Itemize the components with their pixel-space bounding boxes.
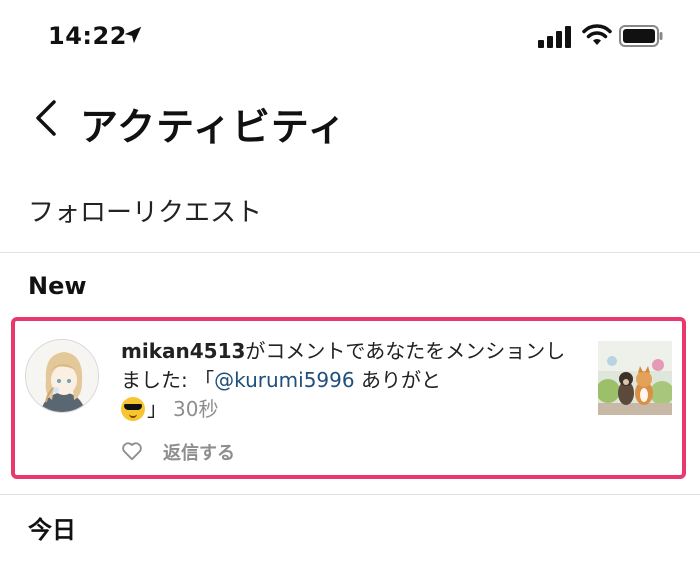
cellular-signal-icon [538, 26, 571, 48]
post-thumbnail[interactable] [598, 341, 672, 415]
notification-item[interactable]: mikan4513がコメントであなたをメンションしました: 「@kurumi59… [15, 321, 682, 475]
avatar[interactable] [25, 339, 99, 413]
mention-link[interactable]: @kurumi5996 [214, 368, 354, 392]
post-thumbnail-image [598, 341, 672, 415]
notification-username[interactable]: mikan4513 [121, 339, 245, 363]
comment-closing: 」 [147, 397, 167, 421]
follow-requests-row[interactable]: フォローリクエスト [0, 180, 700, 253]
page-title: アクティビティ [80, 105, 347, 149]
heart-outline-icon[interactable] [121, 441, 143, 461]
comment-text: ありがと [354, 368, 441, 392]
reply-button[interactable]: 返信する [163, 439, 235, 465]
section-divider [0, 494, 700, 495]
follow-requests-label: フォローリクエスト [28, 198, 263, 228]
status-time: 14:22 [48, 22, 127, 50]
avatar-illustration [26, 340, 98, 412]
header: アクティビティ [0, 92, 700, 152]
notification-text: mikan4513がコメントであなたをメンションしました: 「@kurumi59… [121, 337, 571, 424]
battery-icon [619, 25, 663, 47]
wifi-icon [582, 24, 612, 45]
notification-timestamp: 30秒 [173, 397, 219, 421]
section-header-today: 今日 [28, 516, 76, 544]
status-bar: 14:22 [0, 0, 700, 78]
section-header-new: New [28, 272, 87, 300]
chevron-left-icon[interactable] [32, 98, 60, 138]
sunglasses-emoji-icon [121, 397, 145, 421]
location-arrow-icon [124, 26, 142, 44]
